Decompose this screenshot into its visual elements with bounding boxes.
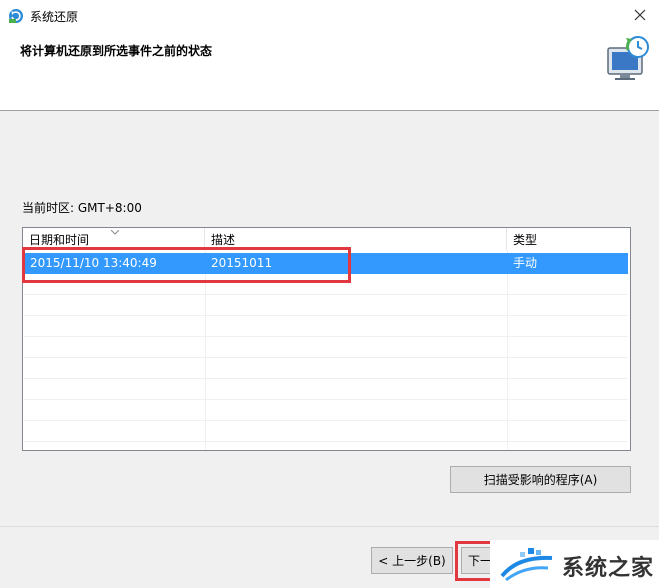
header-panel: 系统还原 将计算机还原到所选事件之前的状态 [0, 0, 659, 111]
table-row[interactable]: 2015/11/10 13:40:49 20151011 手动 [24, 253, 628, 274]
footer-divider [0, 526, 659, 527]
column-header-type[interactable]: 类型 [507, 228, 630, 250]
empty-row [24, 421, 628, 442]
empty-row [24, 337, 628, 358]
empty-row [24, 316, 628, 337]
empty-row [24, 379, 628, 400]
column-header-date[interactable]: 日期和时间 [23, 228, 205, 250]
cell-type: 手动 [513, 256, 538, 270]
cell-date: 2015/11/10 13:40:49 [30, 256, 157, 270]
restore-points-table[interactable]: 日期和时间 描述 类型 2015/11/10 13:40:49 20151011… [22, 227, 631, 451]
back-button[interactable]: < 上一步(B) [371, 547, 453, 574]
watermark-text: 系统之家 [562, 556, 655, 581]
close-button[interactable] [629, 4, 651, 26]
empty-row [24, 358, 628, 379]
system-restore-app-icon [9, 9, 23, 23]
xitongzhijia-logo-icon [500, 548, 553, 582]
window-title: 系统还原 [30, 10, 79, 24]
empty-row [24, 400, 628, 421]
timezone-label: 当前时区: GMT+8:00 [22, 201, 142, 215]
empty-row [24, 295, 628, 316]
column-header-date-label: 日期和时间 [29, 233, 90, 247]
column-header-type-label: 类型 [513, 233, 538, 247]
scan-affected-programs-button[interactable]: 扫描受影响的程序(A) [450, 466, 631, 493]
table-header: 日期和时间 描述 类型 [23, 228, 630, 250]
page-heading: 将计算机还原到所选事件之前的状态 [20, 44, 213, 58]
site-watermark: 系统之家 [490, 540, 659, 588]
cell-description: 20151011 [211, 256, 273, 270]
computer-restore-icon [607, 36, 649, 80]
empty-row [24, 274, 628, 295]
column-header-description-label: 描述 [211, 233, 236, 247]
sort-descending-icon [111, 230, 119, 235]
close-icon [634, 9, 646, 21]
column-header-description[interactable]: 描述 [205, 228, 507, 250]
